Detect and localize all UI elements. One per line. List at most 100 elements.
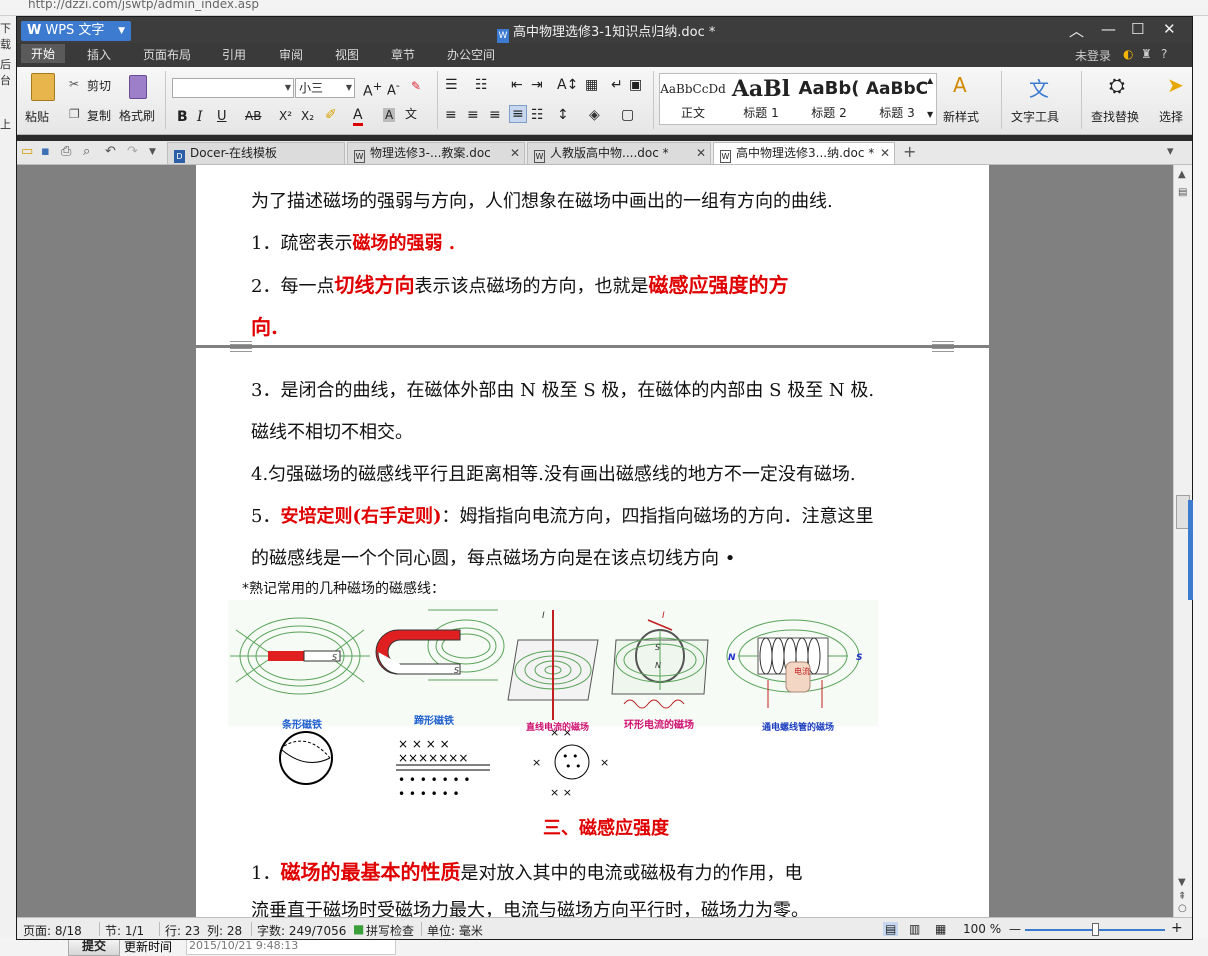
skin-icon[interactable]: ◐ bbox=[1123, 47, 1133, 61]
increase-indent-icon[interactable]: ⇥ bbox=[531, 77, 543, 93]
line-spacing-icon[interactable]: ↕ bbox=[557, 107, 569, 123]
tab-insert[interactable]: 插入 bbox=[87, 46, 111, 63]
border-icon[interactable]: ▢ bbox=[621, 107, 634, 123]
tab-references[interactable]: 引用 bbox=[222, 46, 246, 63]
justify-icon[interactable]: ≡ bbox=[509, 105, 527, 123]
font-color-icon[interactable]: A bbox=[353, 107, 363, 126]
close-tab-icon[interactable]: ✕ bbox=[880, 143, 890, 163]
open-folder-icon[interactable]: ▭ bbox=[21, 144, 33, 159]
text-direction-icon[interactable]: A↕ bbox=[557, 77, 578, 93]
clear-format-icon[interactable]: ✎ bbox=[411, 79, 421, 93]
print-icon[interactable]: ⎙ bbox=[61, 144, 71, 159]
font-name-select[interactable]: ▼ bbox=[172, 78, 294, 98]
doc-tab[interactable]: W 人教版高中物....doc * ✕ bbox=[527, 142, 711, 164]
highlight-icon[interactable]: ✐ bbox=[325, 107, 337, 123]
customize-toolbar-icon[interactable]: ▼ bbox=[149, 147, 156, 157]
style-normal[interactable]: AaBbCcDd 正文 bbox=[660, 74, 726, 124]
distributed-align-icon[interactable]: ☷ bbox=[531, 107, 544, 123]
new-tab-icon[interactable]: + bbox=[903, 142, 916, 161]
font-size-select[interactable]: 小三 ▼ bbox=[295, 78, 355, 98]
format-painter-icon[interactable] bbox=[129, 75, 147, 99]
login-status[interactable]: 未登录 bbox=[1075, 47, 1111, 64]
outline-view-icon[interactable]: ▥ bbox=[909, 922, 920, 936]
shirt-icon[interactable]: ♜ bbox=[1141, 47, 1152, 61]
shading-icon[interactable]: ◈ bbox=[589, 107, 600, 123]
tab-menu-icon[interactable]: ▾ bbox=[1167, 144, 1174, 159]
split-view-icon[interactable]: ▤ bbox=[1178, 187, 1187, 198]
paste-button[interactable]: 粘贴 bbox=[25, 108, 49, 125]
strikethrough-icon[interactable]: AB bbox=[245, 109, 261, 123]
browse-object-icon[interactable]: ○ bbox=[1178, 903, 1187, 914]
table-icon[interactable]: ▦ bbox=[585, 77, 598, 93]
help-button[interactable]: ? bbox=[1161, 47, 1167, 61]
scroll-up-icon[interactable]: ▲ bbox=[1178, 169, 1186, 180]
binoculars-icon[interactable]: ⛭ bbox=[1109, 73, 1125, 97]
format-painter-button[interactable]: 格式刷 bbox=[119, 107, 155, 124]
styles-more-icon[interactable]: ▼ bbox=[927, 110, 933, 119]
copy-icon[interactable]: ❐ bbox=[69, 107, 80, 121]
page-view-icon[interactable]: ▤ bbox=[883, 922, 899, 936]
grow-font-icon[interactable]: A+ bbox=[363, 79, 382, 100]
maximize-button[interactable]: ☐ bbox=[1131, 20, 1144, 38]
phonetic-guide-icon[interactable]: 文 bbox=[405, 105, 417, 122]
text-tools-button[interactable]: 文字工具 bbox=[1011, 108, 1059, 125]
doc-tab-active[interactable]: W 高中物理选修3...纳.doc * ✕ bbox=[713, 142, 895, 164]
select-button[interactable]: 选择 bbox=[1159, 108, 1183, 125]
document-page[interactable]: 为了描述磁场的强弱与方向，人们想象在磁场中画出的一组有方向的曲线. 1．疏密表示… bbox=[196, 165, 989, 345]
italic-icon[interactable]: I bbox=[197, 109, 203, 125]
tab-page-layout[interactable]: 页面布局 bbox=[143, 46, 191, 63]
char-shading-icon[interactable]: A bbox=[383, 108, 396, 122]
select-cursor-icon[interactable]: ➤ bbox=[1167, 73, 1184, 97]
close-tab-icon[interactable]: ✕ bbox=[510, 143, 520, 163]
copy-button[interactable]: 复制 bbox=[87, 107, 111, 124]
redo-icon[interactable]: ↷ bbox=[127, 144, 138, 159]
tab-office-space[interactable]: 办公空间 bbox=[447, 46, 495, 63]
bold-icon[interactable]: B bbox=[177, 109, 188, 125]
find-replace-button[interactable]: 查找替换 bbox=[1091, 108, 1139, 125]
shrink-font-icon[interactable]: A- bbox=[387, 79, 400, 98]
style-heading-3[interactable]: AaBbC 标题 3 bbox=[864, 74, 930, 124]
document-page[interactable]: 3．是闭合的曲线，在磁体外部由 N 极至 S 极，在磁体的内部由 S 极至 N … bbox=[196, 348, 989, 917]
scroll-down-icon[interactable]: ▼ bbox=[1178, 877, 1186, 888]
text-tools-icon[interactable]: 文 bbox=[1029, 73, 1049, 102]
tab-review[interactable]: 审阅 bbox=[279, 46, 303, 63]
word-count[interactable]: 字数: 249/7056 bbox=[257, 922, 346, 939]
style-heading-2[interactable]: AaBb( 标题 2 bbox=[796, 74, 862, 124]
paste-icon[interactable] bbox=[31, 73, 55, 101]
new-style-icon[interactable]: A bbox=[953, 73, 967, 97]
align-center-icon[interactable]: ≡ bbox=[467, 107, 479, 123]
styles-scroll-up-icon[interactable]: ▲ bbox=[927, 76, 933, 85]
align-left-icon[interactable]: ≡ bbox=[445, 107, 457, 123]
wps-app-menu-button[interactable]: W WPS 文字 ▼ bbox=[21, 21, 131, 41]
spell-check-toggle[interactable]: 拼写检查 bbox=[366, 922, 414, 939]
align-right-icon[interactable]: ≡ bbox=[489, 107, 501, 123]
tab-chapter[interactable]: 章节 bbox=[391, 46, 415, 63]
zoom-out-icon[interactable]: — bbox=[1009, 922, 1021, 936]
zoom-slider-thumb[interactable] bbox=[1092, 923, 1099, 936]
superscript-icon[interactable]: X² bbox=[279, 109, 292, 123]
prev-page-icon[interactable]: ⇞ bbox=[1178, 891, 1186, 902]
new-style-button[interactable]: 新样式 bbox=[943, 108, 979, 125]
numbered-list-icon[interactable]: ☷ bbox=[475, 77, 488, 93]
unit-indicator[interactable]: 单位: 毫米 bbox=[427, 922, 483, 939]
subscript-icon[interactable]: X₂ bbox=[301, 109, 314, 123]
side-panel-handle[interactable] bbox=[1188, 500, 1193, 600]
decrease-indent-icon[interactable]: ⇤ bbox=[511, 77, 523, 93]
scissors-icon[interactable]: ✂ bbox=[69, 77, 79, 91]
web-view-icon[interactable]: ▦ bbox=[935, 922, 946, 936]
doc-tab[interactable]: W 物理选修3-...教案.doc ✕ bbox=[347, 142, 525, 164]
cut-button[interactable]: 剪切 bbox=[87, 77, 111, 94]
close-tab-icon[interactable]: ✕ bbox=[696, 143, 706, 163]
page-indicator[interactable]: 页面: 8/18 bbox=[23, 922, 82, 939]
save-icon[interactable]: ▪ bbox=[41, 144, 50, 159]
style-heading-1[interactable]: AaBl 标题 1 bbox=[728, 74, 794, 124]
doc-tab[interactable]: D Docer-在线模板 bbox=[167, 142, 345, 164]
print-preview-icon[interactable]: ⌕ bbox=[83, 144, 90, 159]
show-hide-icon[interactable]: ▣ bbox=[629, 77, 642, 93]
tab-view[interactable]: 视图 bbox=[335, 46, 359, 63]
minimize-button[interactable]: — bbox=[1101, 20, 1116, 38]
zoom-in-icon[interactable]: + bbox=[1171, 920, 1183, 936]
zoom-level[interactable]: 100 % bbox=[963, 922, 1001, 936]
bullet-list-icon[interactable]: ☰ bbox=[445, 77, 458, 93]
undo-icon[interactable]: ↶ bbox=[105, 144, 116, 159]
